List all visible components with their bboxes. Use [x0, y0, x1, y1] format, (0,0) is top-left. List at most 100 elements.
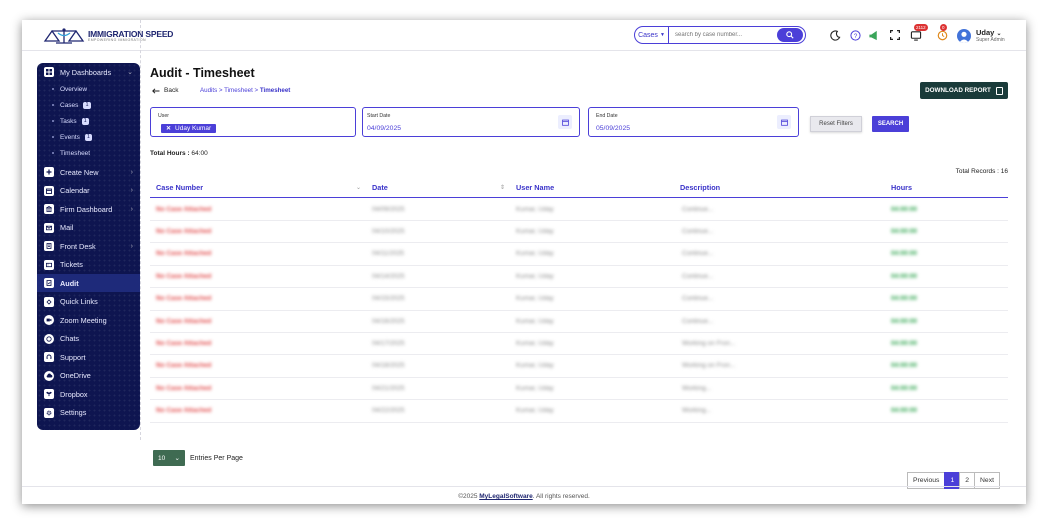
table-row[interactable]: No Case Attached 04/21/2025 Kumar, Uday …: [150, 378, 1008, 401]
moon-icon: [829, 29, 840, 41]
sidebar-item-my-dashboards[interactable]: My Dashboards ⌄: [37, 63, 140, 81]
table-header: Case Number ⌄ Date ⇕ User Name Descripti…: [150, 178, 1008, 198]
cell-case-number[interactable]: No Case Attached: [156, 295, 211, 302]
breadcrumb-path[interactable]: Audits > Timesheet >: [200, 87, 260, 94]
footer-copyright: ©2025: [458, 493, 480, 500]
cell-case-number[interactable]: No Case Attached: [156, 318, 211, 325]
help-button[interactable]: ?: [848, 28, 862, 42]
sidebar-subitem-cases[interactable]: Cases 1: [37, 97, 140, 113]
close-icon[interactable]: ✕: [166, 125, 171, 132]
user-name: Uday: [976, 27, 995, 37]
dropbox-icon: [44, 389, 54, 399]
brand-logo[interactable]: IMMIGRATION SPEED EMPOWERING IMMIGRATION: [42, 25, 173, 47]
sidebar-item-chats[interactable]: Chats: [37, 330, 140, 348]
cell-case-number[interactable]: No Case Attached: [156, 273, 211, 280]
sidebar-item-label: OneDrive: [60, 371, 91, 380]
fullscreen-button[interactable]: [888, 28, 902, 42]
user-menu[interactable]: Uday ⌄ Super Admin: [957, 25, 1005, 47]
sidebar-item-label: Audit: [60, 278, 79, 288]
avatar: [957, 29, 971, 43]
sidebar-item-front-desk[interactable]: Front Desk ›: [37, 237, 140, 255]
user-chip[interactable]: ✕ Uday Kumar: [161, 124, 217, 133]
sidebar-item-dropbox[interactable]: Dropbox: [37, 385, 140, 403]
firm-icon: [44, 204, 54, 214]
search-scope-select[interactable]: Cases ▼: [635, 27, 669, 43]
sort-icon[interactable]: ⌄: [356, 184, 361, 191]
sidebar-item-audit[interactable]: Audit: [37, 274, 140, 292]
sidebar-subitem-timesheet[interactable]: Timesheet: [37, 145, 140, 161]
sidebar-item-settings[interactable]: Settings: [37, 404, 140, 422]
column-header-case-number[interactable]: Case Number: [156, 183, 203, 192]
cell-case-number[interactable]: No Case Attached: [156, 362, 211, 369]
column-header-date[interactable]: Date: [372, 183, 388, 192]
chevron-right-icon: ›: [130, 187, 133, 194]
app-window: IMMIGRATION SPEED EMPOWERING IMMIGRATION…: [22, 20, 1026, 504]
cell-case-number[interactable]: No Case Attached: [156, 206, 211, 213]
cell-hours: 04:00:00: [891, 295, 918, 303]
search-button[interactable]: [777, 28, 803, 42]
table-row[interactable]: No Case Attached 04/18/2025 Kumar, Uday …: [150, 355, 1008, 378]
cell-case-number[interactable]: No Case Attached: [156, 407, 211, 414]
table-row[interactable]: No Case Attached 04/11/2025 Kumar, Uday …: [150, 243, 1008, 266]
sidebar-item-create-new[interactable]: Create New ›: [37, 163, 140, 181]
column-header-user-name[interactable]: User Name: [516, 183, 554, 192]
user-filter[interactable]: User ✕ Uday Kumar: [150, 107, 356, 137]
table-row[interactable]: No Case Attached 04/17/2025 Kumar, Uday …: [150, 333, 1008, 356]
sidebar-item-mail[interactable]: Mail: [37, 219, 140, 237]
cell-hours: 04:00:00: [891, 317, 918, 325]
cell-case-number[interactable]: No Case Attached: [156, 340, 211, 347]
ticket-icon: [44, 259, 54, 270]
table-row[interactable]: No Case Attached 04/09/2025 Kumar, Uday …: [150, 199, 1008, 221]
reminders-button[interactable]: 0: [935, 24, 949, 42]
announcement-button[interactable]: [867, 28, 881, 42]
help-icon: ?: [849, 29, 861, 41]
table-row[interactable]: No Case Attached 04/10/2025 Kumar, Uday …: [150, 221, 1008, 244]
cell-case-number[interactable]: No Case Attached: [156, 228, 211, 235]
table-row[interactable]: No Case Attached 04/22/2025 Kumar, Uday …: [150, 400, 1008, 423]
table-row[interactable]: No Case Attached 04/16/2025 Kumar, Uday …: [150, 311, 1008, 333]
cell-date: 04/11/2025: [372, 250, 405, 258]
cell-case-number[interactable]: No Case Attached: [156, 250, 211, 257]
start-date-field[interactable]: Start Date 04/09/2025: [362, 107, 580, 137]
sidebar-subitem-events[interactable]: Events 1: [37, 129, 140, 145]
start-date-picker-button[interactable]: [558, 115, 572, 129]
search-button[interactable]: SEARCH: [872, 116, 909, 132]
sidebar-item-tickets[interactable]: Tickets: [37, 256, 140, 274]
table-row[interactable]: No Case Attached 04/14/2025 Kumar, Uday …: [150, 266, 1008, 289]
sidebar-item-onedrive[interactable]: OneDrive: [37, 367, 140, 385]
sidebar-item-zoom-meeting[interactable]: Zoom Meeting: [37, 311, 140, 329]
download-report-button[interactable]: DOWNLOAD REPORT: [920, 82, 1008, 99]
cell-description: Continue...: [682, 317, 714, 325]
footer-link[interactable]: MyLegalSoftware: [479, 493, 532, 500]
cell-date: 04/14/2025: [372, 272, 405, 280]
svg-text:?: ?: [853, 32, 857, 39]
search-input[interactable]: [669, 27, 777, 43]
sidebar-item-quick-links[interactable]: Quick Links: [37, 293, 140, 311]
column-header-hours[interactable]: Hours: [891, 183, 912, 192]
notifications-button[interactable]: 2112: [909, 24, 928, 42]
end-date-picker-button[interactable]: [777, 115, 791, 129]
sidebar-subitem-overview[interactable]: Overview: [37, 81, 140, 97]
cell-description: Working...: [682, 384, 712, 392]
sidebar-item-support[interactable]: Support: [37, 348, 140, 366]
sidebar-item-calendar[interactable]: Calendar ›: [37, 182, 140, 200]
sidebar-subitem-label: Overview: [60, 85, 88, 93]
calendar-icon: [44, 185, 54, 196]
cell-user-name: Kumar, Uday: [516, 205, 554, 213]
column-header-description[interactable]: Description: [680, 183, 720, 192]
table-row[interactable]: No Case Attached 04/15/2025 Kumar, Uday …: [150, 288, 1008, 311]
entries-per-page-select[interactable]: 10 ⌄: [153, 450, 185, 466]
end-date-field[interactable]: End Date 05/09/2025: [588, 107, 799, 137]
sort-icon[interactable]: ⇕: [500, 184, 505, 191]
sidebar-item-firm-dashboard[interactable]: Firm Dashboard ›: [37, 200, 140, 218]
dark-mode-toggle[interactable]: [828, 28, 842, 42]
fullscreen-icon: [890, 30, 900, 40]
sidebar-subitem-tasks[interactable]: Tasks 1: [37, 113, 140, 129]
dashboard-icon: [44, 67, 54, 77]
total-hours-value: 64:00: [191, 150, 208, 157]
sidebar-item-label: Quick Links: [60, 297, 98, 306]
sidebar-item-label: Front Desk: [60, 241, 96, 251]
cell-case-number[interactable]: No Case Attached: [156, 385, 211, 392]
back-button[interactable]: Back: [152, 87, 178, 94]
reset-filters-button[interactable]: Reset Filters: [810, 116, 862, 132]
